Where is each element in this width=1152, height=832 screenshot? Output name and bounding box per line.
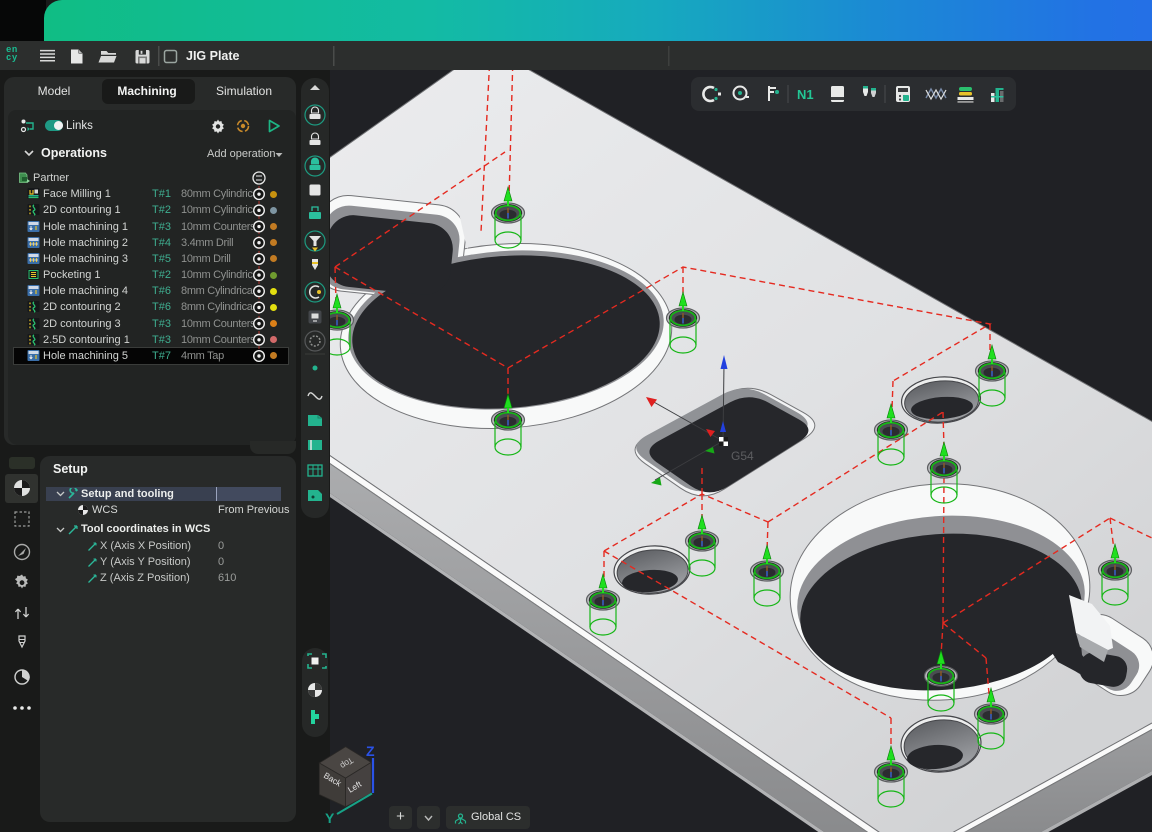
- svg-text:N1: N1: [797, 87, 814, 102]
- svg-text:G54: G54: [731, 449, 754, 463]
- svg-text:Z: Z: [366, 743, 375, 759]
- svg-text:Y: Y: [325, 810, 335, 826]
